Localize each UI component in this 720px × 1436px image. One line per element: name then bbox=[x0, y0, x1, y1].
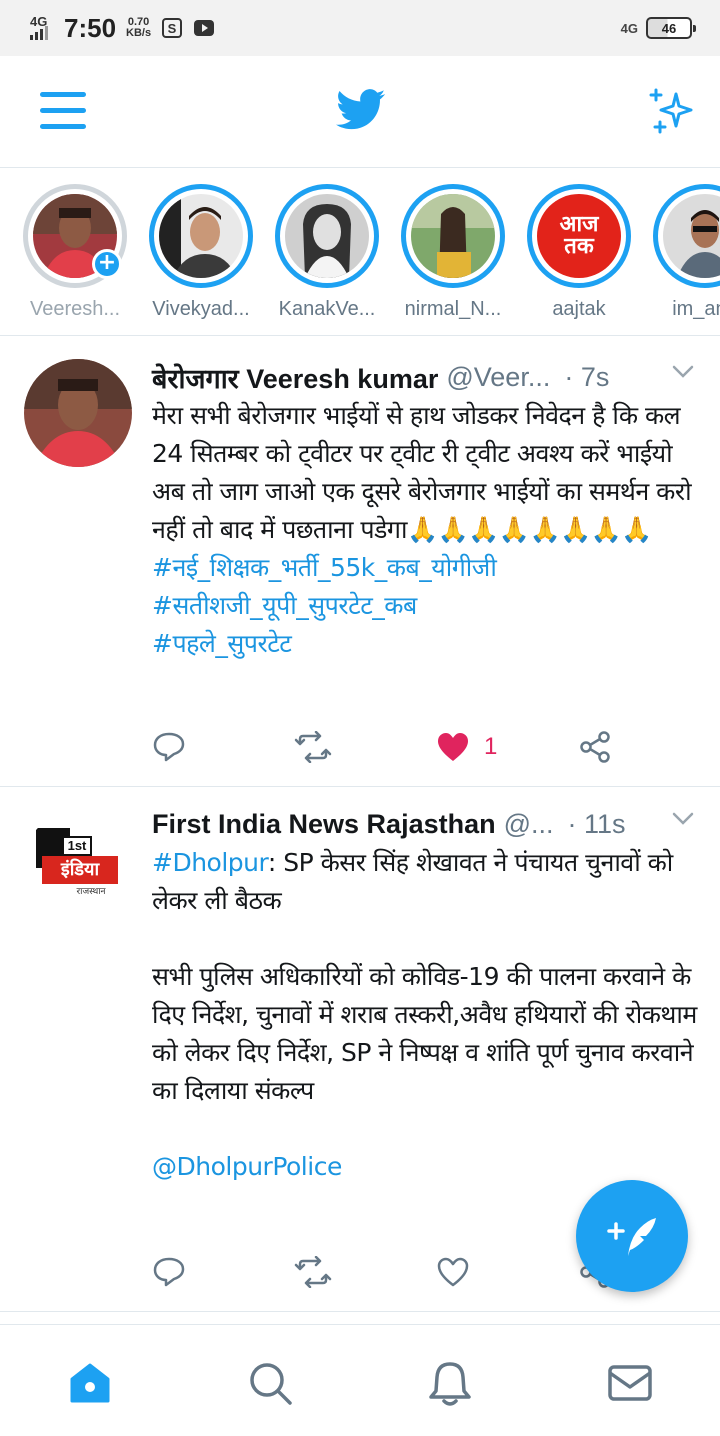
fleets-row: + Veeresh... Vivekyad... KanakVe... nirm… bbox=[0, 168, 720, 336]
compose-tweet-icon bbox=[607, 1218, 656, 1256]
first-india-logo[interactable]: 1st इंडिया राजस्थान bbox=[24, 810, 132, 918]
top-app-bar bbox=[0, 56, 720, 168]
tweet-text: सभी पुलिस अधिकारियों को कोविड-19 की पालन… bbox=[152, 962, 705, 1105]
fleet-name: nirmal_N... bbox=[404, 298, 502, 320]
avatar bbox=[159, 194, 243, 278]
chevron-down-icon[interactable] bbox=[672, 812, 694, 826]
hashtag-link[interactable]: #नई_शिक्षक_भर्ती_55k_कब_योगीजी bbox=[152, 549, 704, 587]
avatar bbox=[285, 194, 369, 278]
share-button[interactable] bbox=[578, 727, 612, 767]
twitter-bird-icon bbox=[336, 89, 386, 130]
cellular-signal-icon: 4G bbox=[28, 14, 54, 42]
chevron-down-icon[interactable] bbox=[672, 365, 694, 379]
tweet-header: First India News Rajasthan @... · 11s bbox=[152, 804, 700, 844]
tweet-text: मेरा सभी बेरोजगार भाईयों से हाथ जोडकर नि… bbox=[152, 401, 699, 544]
notification-app-icon: S bbox=[161, 18, 183, 38]
compose-tweet-button[interactable] bbox=[576, 1180, 688, 1292]
heart-icon bbox=[437, 1257, 469, 1287]
fleet-name: im_anu bbox=[672, 298, 720, 320]
fleet-item[interactable]: nirmal_N... bbox=[398, 184, 508, 321]
fleet-item-own[interactable]: + Veeresh... bbox=[20, 184, 130, 321]
tweet-actions: 1 bbox=[152, 727, 632, 767]
retweet-icon bbox=[294, 1256, 332, 1288]
reply-icon bbox=[153, 1257, 185, 1287]
reply-button[interactable] bbox=[152, 727, 186, 767]
tweet-body: #Dholpur: SP केसर सिंह शेखावत ने पंचायत … bbox=[152, 844, 704, 1186]
tweet-header: बेरोजगार Veeresh kumar @Veer... · 7s bbox=[152, 357, 700, 397]
messages-icon[interactable] bbox=[606, 1359, 654, 1407]
retweet-button[interactable] bbox=[294, 727, 332, 767]
fleet-item[interactable]: KanakVe... bbox=[272, 184, 382, 321]
author-name[interactable]: First India News Rajasthan bbox=[152, 809, 496, 840]
like-count: 1 bbox=[484, 733, 498, 760]
retweet-icon bbox=[294, 731, 332, 763]
reply-icon bbox=[153, 732, 185, 762]
avatar[interactable] bbox=[24, 359, 132, 467]
search-icon[interactable] bbox=[246, 1359, 294, 1407]
clock-time: 7:50 bbox=[64, 12, 117, 43]
fleet-item[interactable]: im_anu bbox=[650, 184, 720, 321]
like-button[interactable] bbox=[436, 1252, 470, 1292]
tweet-text: #Dholpur: SP केसर सिंह शेखावत ने पंचायत … bbox=[152, 848, 681, 915]
svg-text:S: S bbox=[168, 21, 177, 36]
share-icon bbox=[580, 731, 610, 763]
add-fleet-button[interactable]: + bbox=[92, 249, 122, 279]
author-handle[interactable]: @Veer... bbox=[446, 362, 550, 393]
tweet-time: · 7s bbox=[564, 361, 610, 392]
fleet-name: Vivekyad... bbox=[152, 298, 250, 320]
fleet-name: aajtak bbox=[552, 298, 606, 320]
heart-filled-icon bbox=[438, 733, 468, 761]
home-icon[interactable] bbox=[66, 1359, 114, 1407]
tweet[interactable]: बेरोजगार Veeresh kumar @Veer... · 7s मेर… bbox=[0, 337, 720, 787]
tweet-time: · 11s bbox=[567, 808, 626, 839]
fleet-name: Veeresh... bbox=[29, 298, 121, 320]
avatar bbox=[663, 194, 720, 278]
reply-button[interactable] bbox=[152, 1252, 186, 1292]
status-bar: 4G 7:50 0.70 KB/s S 4G 46 bbox=[0, 0, 720, 56]
hashtag-link[interactable]: #पहले_सुपरटेट bbox=[152, 625, 704, 663]
network-type-label: 4G bbox=[620, 20, 638, 36]
fleet-name: KanakVe... bbox=[278, 298, 376, 320]
bottom-navigation bbox=[0, 1324, 720, 1436]
network-speed: 0.70 KB/s bbox=[126, 16, 152, 39]
aajtak-logo: आज तक bbox=[537, 194, 621, 278]
author-handle[interactable]: @... bbox=[504, 809, 554, 840]
tweet-body: मेरा सभी बेरोजगार भाईयों से हाथ जोडकर नि… bbox=[152, 397, 704, 663]
fleet-item[interactable]: Vivekyad... bbox=[146, 184, 256, 321]
youtube-notification-icon bbox=[193, 18, 215, 38]
avatar bbox=[411, 194, 495, 278]
hamburger-menu-icon[interactable] bbox=[40, 92, 86, 132]
hashtag-link[interactable]: #Dholpur bbox=[152, 848, 268, 877]
like-button[interactable]: 1 bbox=[436, 727, 497, 767]
notifications-icon[interactable] bbox=[426, 1359, 474, 1407]
retweet-button[interactable] bbox=[294, 1252, 332, 1292]
sparkle-icon[interactable] bbox=[646, 86, 696, 136]
tweet-actions bbox=[152, 1252, 632, 1292]
fleet-item-aajtak[interactable]: आज तक aajtak bbox=[524, 184, 634, 321]
hashtag-link[interactable]: #सतीशजी_यूपी_सुपरटेट_कब bbox=[152, 587, 704, 625]
author-name[interactable]: बेरोजगार Veeresh kumar bbox=[152, 359, 438, 396]
battery-icon: 46 bbox=[646, 17, 696, 39]
